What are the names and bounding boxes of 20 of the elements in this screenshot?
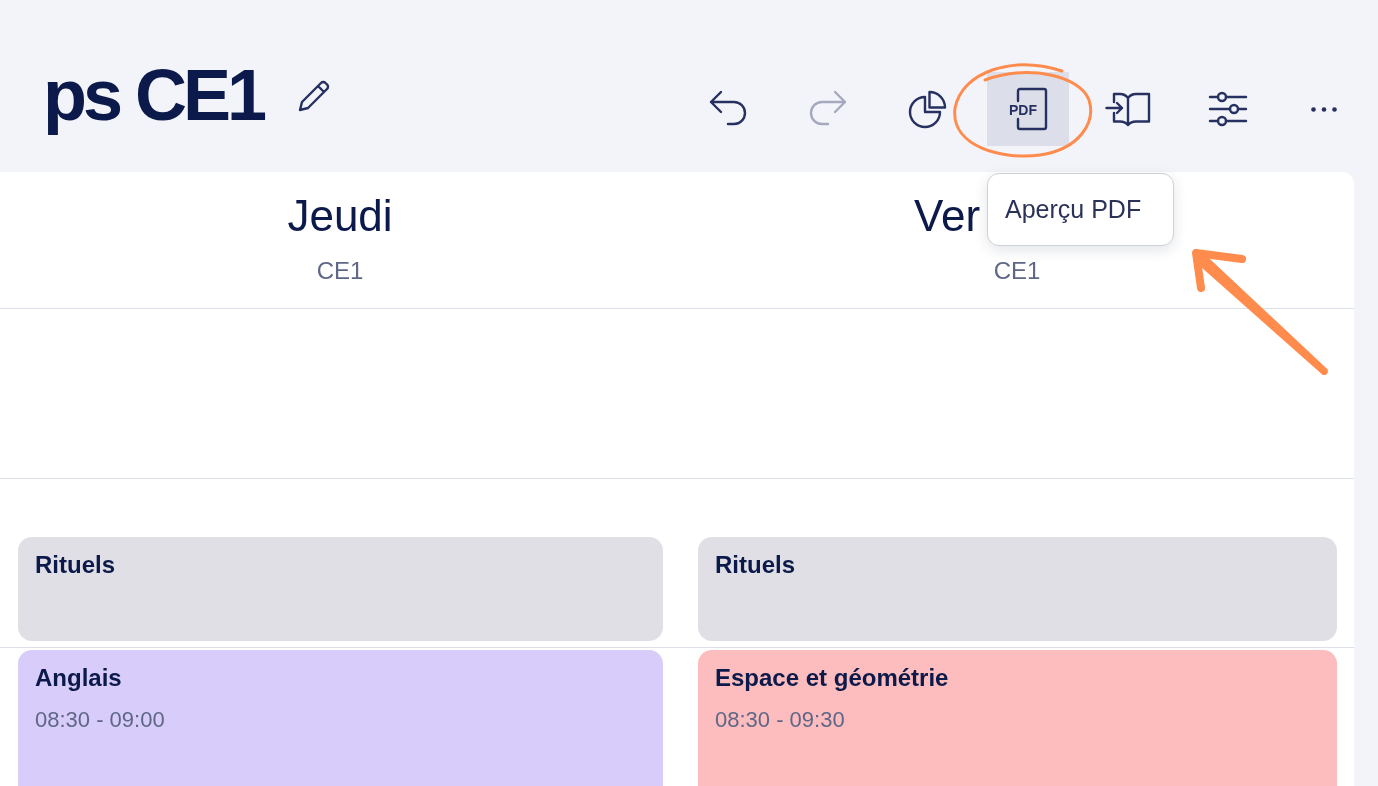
book-arrow-icon[interactable]	[1105, 90, 1151, 128]
event-card[interactable]: Rituels	[698, 537, 1337, 641]
sliders-icon[interactable]	[1208, 91, 1248, 127]
event-time: 08:30 - 09:30	[715, 706, 846, 734]
event-title: Rituels	[35, 550, 116, 580]
event-time: 08:30 - 09:00	[35, 706, 166, 734]
event-card[interactable]: Rituels	[18, 537, 663, 641]
event-title: Espace et géométrie	[715, 663, 950, 693]
pie-chart-icon[interactable]	[908, 89, 948, 129]
day-name: Ver	[914, 190, 981, 242]
event-card[interactable]: Espace et géométrie 08:30 - 09:30	[698, 650, 1337, 786]
day-name: Jeudi	[287, 190, 393, 242]
tooltip: Aperçu PDF	[987, 173, 1175, 246]
day-subtitle: CE1	[993, 257, 1041, 285]
event-card[interactable]: Anglais 08:30 - 09:00	[18, 650, 663, 786]
toolbar-button[interactable]: PDF	[987, 72, 1069, 146]
event-title: Anglais	[35, 663, 123, 693]
event-title: Rituels	[715, 550, 796, 580]
more-icon[interactable]	[1311, 106, 1337, 112]
day-subtitle: CE1	[316, 257, 364, 285]
